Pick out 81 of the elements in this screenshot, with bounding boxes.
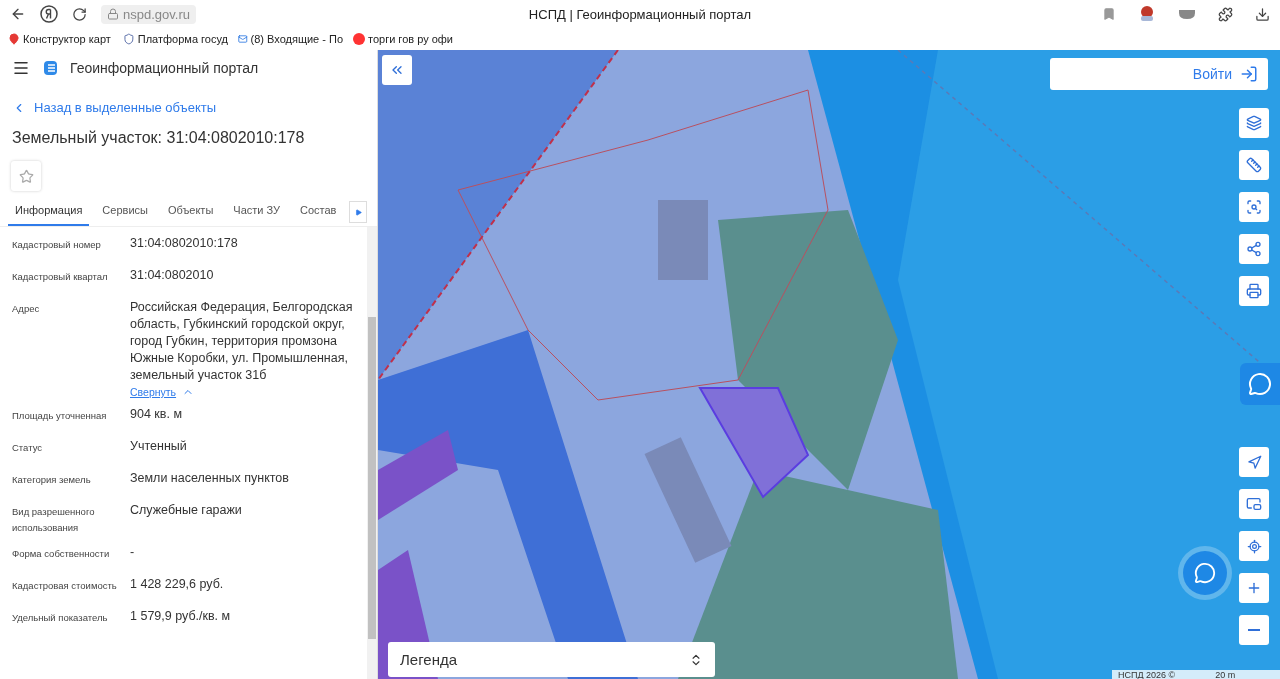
zoom-out-button[interactable] — [1239, 615, 1269, 645]
print-icon — [1246, 283, 1262, 299]
menu-icon[interactable] — [12, 59, 30, 77]
mail-icon — [238, 33, 248, 45]
back-link[interactable]: Назад в выделенные объекты — [12, 100, 377, 115]
field-label: Удельный показатель — [12, 611, 109, 625]
map-pin-icon — [8, 33, 20, 45]
download-icon[interactable] — [1255, 6, 1270, 22]
tab[interactable]: Сервисы — [95, 201, 155, 226]
puzzle-icon[interactable] — [1218, 6, 1233, 22]
print-button[interactable] — [1239, 276, 1269, 306]
tab[interactable]: Информация — [8, 201, 90, 226]
chat-icon — [1194, 562, 1216, 584]
field-value: 31:04:0802010:178 — [130, 235, 238, 252]
window-icon — [1246, 496, 1262, 512]
page-title: НСПД | Геоинформационный портал — [528, 6, 752, 22]
extension-icon[interactable] — [1138, 5, 1156, 23]
locate-icon — [1246, 538, 1262, 554]
field-label: Кадастровый номер — [12, 238, 102, 252]
bookmark-link[interactable]: Платформа госуд — [123, 33, 228, 45]
field-value: 904 кв. м — [130, 406, 182, 423]
message-icon — [1248, 372, 1272, 396]
field-label: Форма собственности — [12, 547, 111, 561]
zoom-in-button[interactable] — [1239, 573, 1269, 603]
area-search-icon — [1246, 199, 1262, 215]
bookmark-link[interactable]: (8) Входящие - По — [238, 33, 343, 45]
scrollbar[interactable] — [367, 227, 377, 679]
scale-text: 20 m — [1215, 670, 1236, 679]
yandex-icon[interactable] — [40, 5, 58, 23]
minus-icon — [1248, 629, 1260, 631]
bookmark-icon[interactable] — [1102, 7, 1116, 21]
legend-dropdown[interactable]: Легенда — [388, 642, 715, 677]
field-value: 1 428 229,6 руб. — [130, 576, 224, 593]
field-label: Адрес — [12, 302, 41, 316]
star-icon — [18, 168, 34, 184]
attribution-text: НСПД 2026 © — [1118, 670, 1176, 679]
field-value: 1 579,9 руб./кв. м — [130, 608, 231, 625]
minimap-button[interactable] — [1239, 489, 1269, 519]
field-value: 31:04:0802010 — [130, 267, 214, 284]
app-title: Геоинформационный портал — [70, 60, 259, 76]
plus-icon — [1246, 580, 1262, 596]
field-value: Земли населенных пунктов — [130, 470, 289, 487]
field-value: - — [130, 544, 135, 561]
bookmark-link[interactable]: Конструктор карт — [8, 33, 113, 45]
navigation-icon — [1246, 454, 1262, 470]
yandex-icon — [353, 33, 365, 45]
tabs-next-button[interactable] — [349, 201, 367, 223]
layers-button[interactable] — [1239, 108, 1269, 138]
bookmark-link[interactable]: торги гов ру офи — [353, 33, 458, 45]
back-icon[interactable] — [10, 6, 26, 22]
field-value: Учтенный — [130, 438, 187, 455]
login-icon — [1240, 65, 1258, 83]
tab[interactable]: Объекты — [160, 201, 221, 226]
locate-button[interactable] — [1239, 531, 1269, 561]
navigate-button[interactable] — [1239, 447, 1269, 477]
login-button[interactable]: Войти — [1050, 58, 1268, 90]
collapse-panel-button[interactable] — [382, 55, 412, 85]
play-icon — [354, 208, 362, 216]
lock-icon — [107, 8, 119, 20]
field-label: Вид разрешенного использования — [12, 505, 96, 535]
collapse-link[interactable]: Свернуть — [130, 386, 195, 398]
field-value: Служебные гаражи — [130, 502, 242, 519]
field-label: Статус — [12, 441, 44, 455]
share-button[interactable] — [1239, 234, 1269, 264]
measure-button[interactable] — [1239, 150, 1269, 180]
feedback-button[interactable] — [1240, 363, 1280, 405]
field-value: Российская Федерация, Белгородская область, Губкинский городской округ, город Губкин, территория промзона Южные Коробки, ул. Промышленная, земельный участок 31б — [130, 299, 354, 384]
emblem-icon — [123, 33, 135, 45]
field-label: Кадастровая стоимость — [12, 579, 118, 593]
tab[interactable]: Состав — [293, 201, 344, 226]
share-icon — [1246, 241, 1262, 257]
reload-icon[interactable] — [72, 6, 87, 22]
area-search-button[interactable] — [1239, 192, 1269, 222]
field-label: Категория земель — [12, 473, 92, 487]
field-label: Площадь уточненная — [12, 409, 108, 423]
portal-logo-icon — [42, 60, 58, 76]
tab[interactable]: Части ЗУ — [226, 201, 287, 226]
field-label: Кадастровый квартал — [12, 270, 109, 284]
ruler-icon — [1246, 157, 1262, 173]
object-heading: Земельный участок: 31:04:0802010:178 — [12, 129, 306, 147]
layers-icon — [1246, 115, 1262, 131]
